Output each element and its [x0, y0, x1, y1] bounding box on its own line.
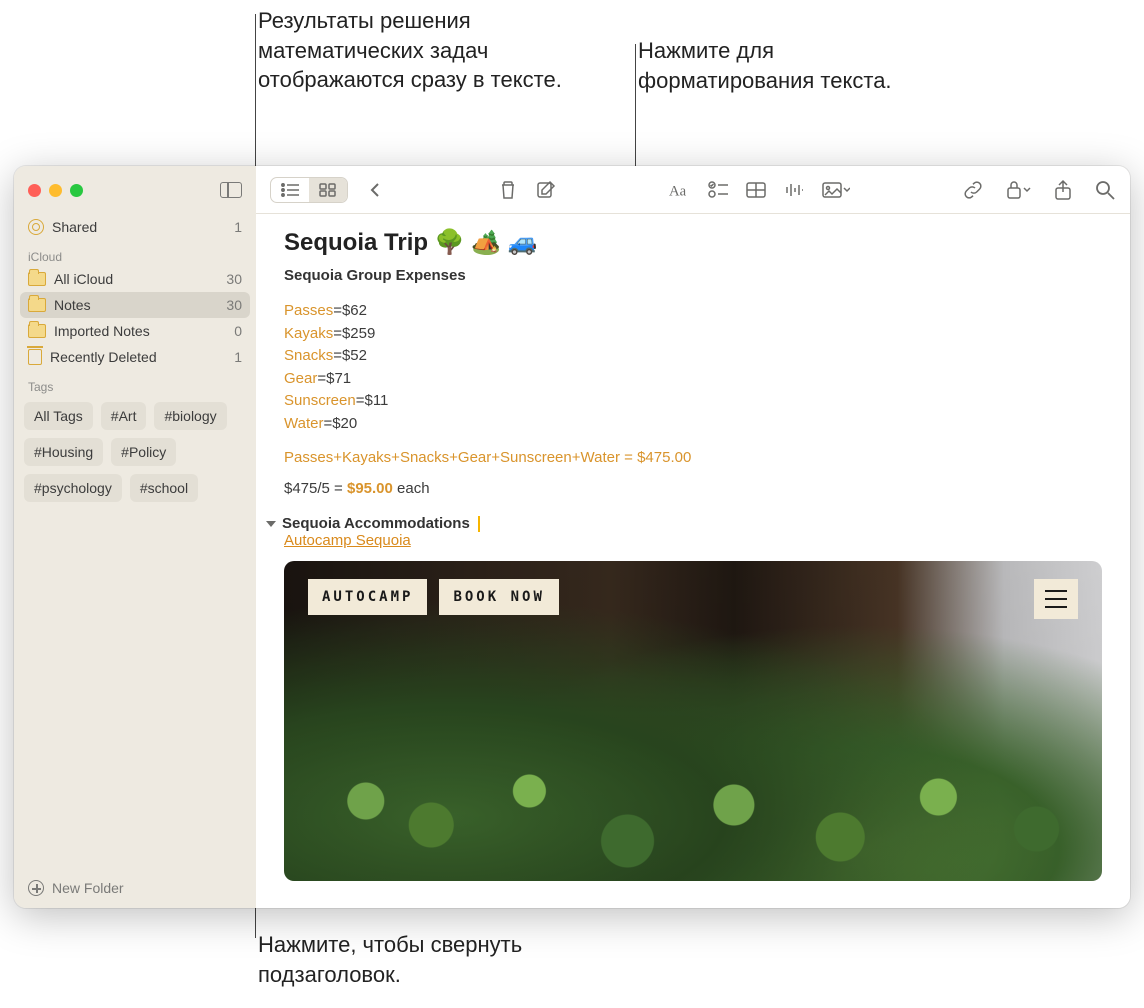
preview-overlay: AUTOCAMP BOOK NOW: [308, 579, 559, 615]
hamburger-icon[interactable]: [1034, 579, 1078, 619]
note-content[interactable]: Sequoia Trip 🌳 🏕️ 🚙 Sequoia Group Expens…: [256, 214, 1130, 908]
minimize-button[interactable]: [49, 184, 62, 197]
trash-icon: [28, 349, 42, 365]
delete-button[interactable]: [497, 179, 519, 201]
svg-text:Aa: Aa: [669, 183, 687, 199]
expense-line: Water=$20: [284, 413, 1102, 436]
sidebar-item-all-icloud[interactable]: All iCloud 30: [14, 266, 256, 292]
traffic-lights: [28, 184, 83, 197]
tag-pill[interactable]: #Policy: [111, 438, 176, 466]
expense-line: Gear=$71: [284, 368, 1102, 391]
sidebar-item-shared[interactable]: Shared 1: [14, 214, 256, 240]
text-cursor: [478, 516, 480, 532]
sidebar-section-tags: Tags: [14, 370, 256, 396]
share-button[interactable]: [1052, 179, 1074, 201]
sidebar: Shared 1 iCloud All iCloud 30 Notes 30 I…: [14, 166, 256, 908]
chevron-down-icon[interactable]: [266, 521, 276, 527]
note-subtitle: Sequoia Group Expenses: [284, 267, 1102, 284]
sidebar-item-label: Recently Deleted: [50, 349, 157, 365]
note-title: Sequoia Trip 🌳 🏕️ 🚙: [284, 228, 1102, 257]
callout-format: Нажмите для форматирования текста.: [638, 36, 938, 95]
expense-line: Kayaks=$259: [284, 323, 1102, 346]
expense-line: Passes=$62: [284, 300, 1102, 323]
back-button[interactable]: [364, 179, 386, 201]
web-preview-card[interactable]: AUTOCAMP BOOK NOW: [284, 561, 1102, 881]
expense-formula: Passes+Kayaks+Snacks+Gear+Sunscreen+Wate…: [284, 449, 1102, 466]
sidebar-item-label: All iCloud: [54, 271, 113, 287]
sidebar-item-label: Imported Notes: [54, 323, 150, 339]
plus-circle-icon: [28, 880, 44, 896]
expense-line: Sunscreen=$11: [284, 390, 1102, 413]
table-button[interactable]: [745, 179, 767, 201]
window-controls: [14, 166, 256, 214]
expenses-list: Passes=$62Kayaks=$259Snacks=$52Gear=$71S…: [284, 300, 1102, 435]
sidebar-item-label: Shared: [52, 219, 97, 235]
checklist-button[interactable]: [707, 179, 729, 201]
notes-window: Shared 1 iCloud All iCloud 30 Notes 30 I…: [14, 166, 1130, 908]
section-header-label: Sequoia Accommodations: [282, 515, 470, 532]
sidebar-item-notes[interactable]: Notes 30: [20, 292, 250, 318]
media-button[interactable]: [821, 179, 851, 201]
new-folder-label: New Folder: [52, 880, 124, 896]
sidebar-item-label: Notes: [54, 297, 91, 313]
toolbar: Aa: [256, 166, 1130, 214]
preview-book-now[interactable]: BOOK NOW: [439, 579, 558, 615]
expense-line: Snacks=$52: [284, 345, 1102, 368]
maximize-button[interactable]: [70, 184, 83, 197]
preview-logo: AUTOCAMP: [308, 579, 427, 615]
search-button[interactable]: [1094, 179, 1116, 201]
preview-foliage: [284, 681, 1102, 881]
per-result: $95.00: [347, 480, 393, 497]
tag-pill[interactable]: #Art: [101, 402, 147, 430]
folder-icon: [28, 298, 46, 312]
callout-math: Результаты решения математических задач …: [258, 6, 578, 95]
section-header-accommodations[interactable]: Sequoia Accommodations: [266, 515, 1102, 532]
tags-list: All Tags #Art #biology #Housing #Policy …: [14, 396, 256, 508]
list-view-button[interactable]: [271, 178, 309, 202]
new-folder-button[interactable]: New Folder: [14, 870, 256, 908]
toggle-sidebar-icon[interactable]: [220, 182, 242, 198]
sidebar-item-count: 30: [226, 271, 242, 287]
sidebar-section-icloud: iCloud: [14, 240, 256, 266]
sidebar-item-count: 30: [226, 297, 242, 313]
close-button[interactable]: [28, 184, 41, 197]
format-button[interactable]: Aa: [669, 179, 691, 201]
link-autocamp[interactable]: Autocamp Sequoia: [284, 532, 1102, 549]
grid-view-button[interactable]: [309, 178, 347, 202]
sidebar-item-imported[interactable]: Imported Notes 0: [14, 318, 256, 344]
new-note-button[interactable]: [535, 179, 557, 201]
sidebar-item-recently-deleted[interactable]: Recently Deleted 1: [14, 344, 256, 370]
link-button[interactable]: [962, 179, 984, 201]
sidebar-item-count: 0: [234, 323, 242, 339]
callout-collapse: Нажмите, чтобы свернуть подзаголовок.: [258, 930, 658, 989]
tag-pill[interactable]: #psychology: [24, 474, 122, 502]
folder-icon: [28, 272, 46, 286]
audio-button[interactable]: [783, 179, 805, 201]
view-mode-segment[interactable]: [270, 177, 348, 203]
sidebar-item-count: 1: [234, 349, 242, 365]
link-label[interactable]: Autocamp Sequoia: [284, 532, 411, 549]
sidebar-item-count: 1: [234, 219, 242, 235]
tag-pill[interactable]: #Housing: [24, 438, 103, 466]
formula-result: $475.00: [637, 449, 691, 466]
folder-icon: [28, 324, 46, 338]
per-suffix: each: [393, 480, 430, 497]
tag-pill[interactable]: #biology: [154, 402, 226, 430]
main-panel: Aa: [256, 166, 1130, 908]
per-prefix: $475/5 =: [284, 480, 347, 497]
per-person-line: $475/5 = $95.00 each: [284, 480, 1102, 497]
tag-pill[interactable]: All Tags: [24, 402, 93, 430]
shared-icon: [28, 219, 44, 235]
tag-pill[interactable]: #school: [130, 474, 198, 502]
callout-format-line: [635, 44, 636, 186]
lock-button[interactable]: [1004, 179, 1032, 201]
